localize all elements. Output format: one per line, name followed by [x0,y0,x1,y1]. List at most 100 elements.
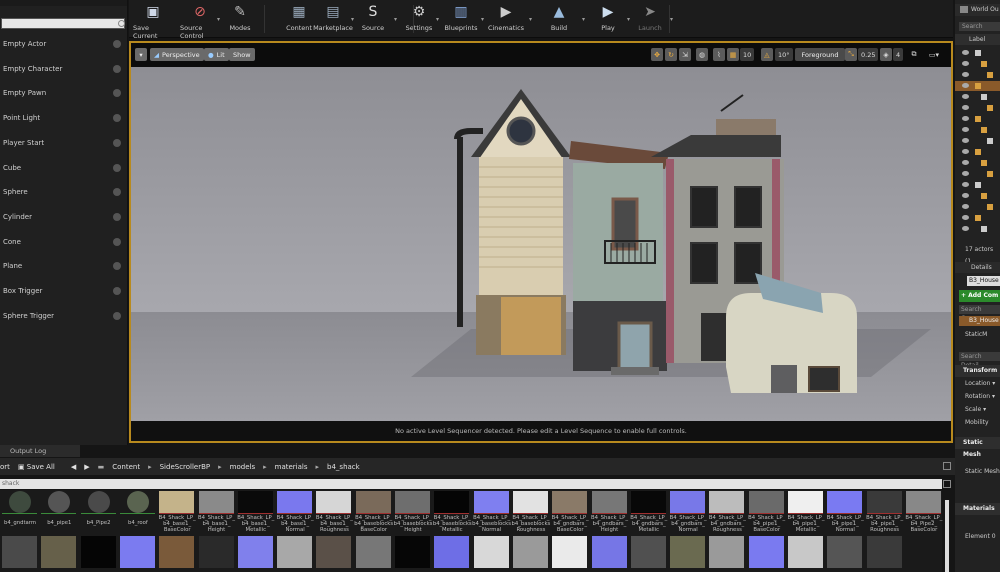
blueprints-button[interactable]: ▥ Blueprints [441,4,481,38]
asset-thumbnail[interactable] [670,491,706,513]
outliner-row[interactable] [955,114,1000,124]
asset-thumbnail[interactable] [126,491,149,513]
asset-thumbnail[interactable] [80,536,116,568]
asset-thumbnail[interactable] [119,536,155,568]
asset-thumbnail[interactable] [159,491,195,513]
back-icon[interactable]: ◀ [71,463,76,471]
place-search-input[interactable] [1,18,125,29]
help-icon[interactable] [113,64,121,73]
outliner-row[interactable] [955,70,1000,80]
transform-section[interactable]: Transform [955,365,1000,377]
asset-thumbnail[interactable] [788,491,823,513]
asset-thumbnail[interactable] [237,491,273,513]
dropdown-arrow-icon[interactable]: ▾ [529,16,532,23]
visibility-eye-icon[interactable] [962,171,969,176]
visibility-eye-icon[interactable] [962,149,969,154]
asset-thumbnail[interactable] [159,536,195,568]
visibility-eye-icon[interactable] [962,226,969,231]
visibility-eye-icon[interactable] [962,182,969,187]
visibility-eye-icon[interactable] [962,204,969,209]
dropdown-arrow-icon[interactable]: ▾ [582,16,585,23]
asset-thumbnail[interactable] [748,491,784,513]
breadcrumb-arrow-icon[interactable]: ▸ [316,463,320,471]
help-icon[interactable] [113,138,121,147]
dropdown-arrow-icon[interactable]: ▾ [627,16,630,23]
translate-tool-icon[interactable]: ✥ [651,48,663,61]
play-button[interactable]: ▶ Play [588,4,628,38]
visibility-eye-icon[interactable] [962,138,969,143]
camera-speed-icon[interactable]: ◈ [880,48,892,61]
dropdown-arrow-icon[interactable]: ▾ [394,16,397,23]
asset-thumbnail[interactable] [866,491,902,513]
component-child[interactable]: StaticM [965,330,1000,340]
asset-thumbnail[interactable] [630,536,666,568]
modes-button[interactable]: ✎ Modes [220,4,260,38]
asset-thumbnail[interactable] [709,491,745,513]
place-item[interactable]: Box Trigger [0,279,127,303]
component-root[interactable]: B3_House [959,316,1000,326]
marketplace-button[interactable]: ▤ Marketplace [313,4,353,38]
outliner-row[interactable] [955,103,1000,113]
world-space-icon[interactable]: ◍ [696,48,708,61]
camera-speed-value[interactable]: 4 [893,48,904,61]
place-item[interactable]: Empty Pawn [0,81,127,105]
static-mesh-row[interactable]: Static Mesh [955,468,1000,475]
maximize-icon[interactable]: ⧉ [908,48,920,61]
place-item[interactable]: Point Light [0,106,127,130]
asset-thumbnail[interactable] [512,491,548,513]
asset-thumbnail[interactable] [355,491,391,513]
help-icon[interactable] [113,40,121,48]
asset-thumbnail[interactable] [552,536,588,568]
help-icon[interactable] [113,262,121,271]
asset-thumbnail[interactable] [827,491,863,513]
surface-snap-icon[interactable]: ⌇ [713,48,725,61]
visibility-eye-icon[interactable] [962,72,969,77]
place-item[interactable]: Cylinder [0,205,127,229]
level-viewport[interactable]: ▾ ◢ Perspective ● Lit Show ✥ ↻ ⇲ ◍ ⌇ ▦ 10 … [129,41,953,443]
outliner-row[interactable] [955,136,1000,146]
asset-thumbnail[interactable] [277,491,313,513]
outliner-row[interactable] [955,125,1000,135]
location-row[interactable]: Location ▾ [955,380,1000,387]
asset-thumbnail[interactable] [316,491,352,513]
element0-row[interactable]: Element 0 [955,533,1000,540]
visibility-eye-icon[interactable] [962,160,969,165]
asset-thumbnail[interactable] [87,491,110,513]
breadcrumb-item[interactable]: Content [112,463,140,471]
breadcrumb-item[interactable]: SideScrollerBP [160,463,211,471]
help-icon[interactable] [113,287,121,295]
visibility-eye-icon[interactable] [962,61,969,66]
search-options-icon[interactable] [943,480,951,488]
layout-icon[interactable]: ▭▾ [924,48,944,61]
lock-icon[interactable] [943,462,951,470]
outliner-row[interactable] [955,213,1000,223]
launch-button[interactable]: ➤ Launch [630,4,670,38]
rotation-snap-value[interactable]: 10° [775,48,793,61]
asset-thumbnail[interactable] [2,536,37,568]
static-mesh-section[interactable]: Static Mesh [955,437,1000,458]
scale-tool-icon[interactable]: ⇲ [679,48,691,61]
scale-snap-icon[interactable]: ⤡ [845,48,857,61]
asset-thumbnail[interactable] [473,536,509,568]
place-item[interactable]: Empty Character [0,57,127,81]
place-item[interactable]: Plane [0,254,127,278]
place-item[interactable]: Player Start [0,131,127,155]
asset-thumbnail[interactable] [395,536,430,568]
help-icon[interactable] [113,188,121,197]
lit-button[interactable]: ● Lit [204,48,229,61]
help-icon[interactable] [113,212,121,221]
asset-thumbnail[interactable] [9,491,31,513]
asset-thumbnail[interactable] [395,491,430,513]
asset-thumbnail[interactable] [473,491,509,513]
asset-thumbnail[interactable] [237,536,273,568]
add-component-button[interactable]: + Add Com [959,290,1000,302]
asset-thumbnail[interactable] [434,536,470,568]
asset-thumbnail[interactable] [277,536,313,568]
outliner-row[interactable] [955,147,1000,157]
help-icon[interactable] [113,237,121,246]
asset-thumbnail[interactable] [670,536,706,568]
outliner-row[interactable] [955,202,1000,212]
asset-thumbnail[interactable] [630,491,666,513]
dropdown-arrow-icon[interactable]: ▾ [670,16,673,23]
place-item[interactable]: Sphere Trigger [0,304,127,328]
